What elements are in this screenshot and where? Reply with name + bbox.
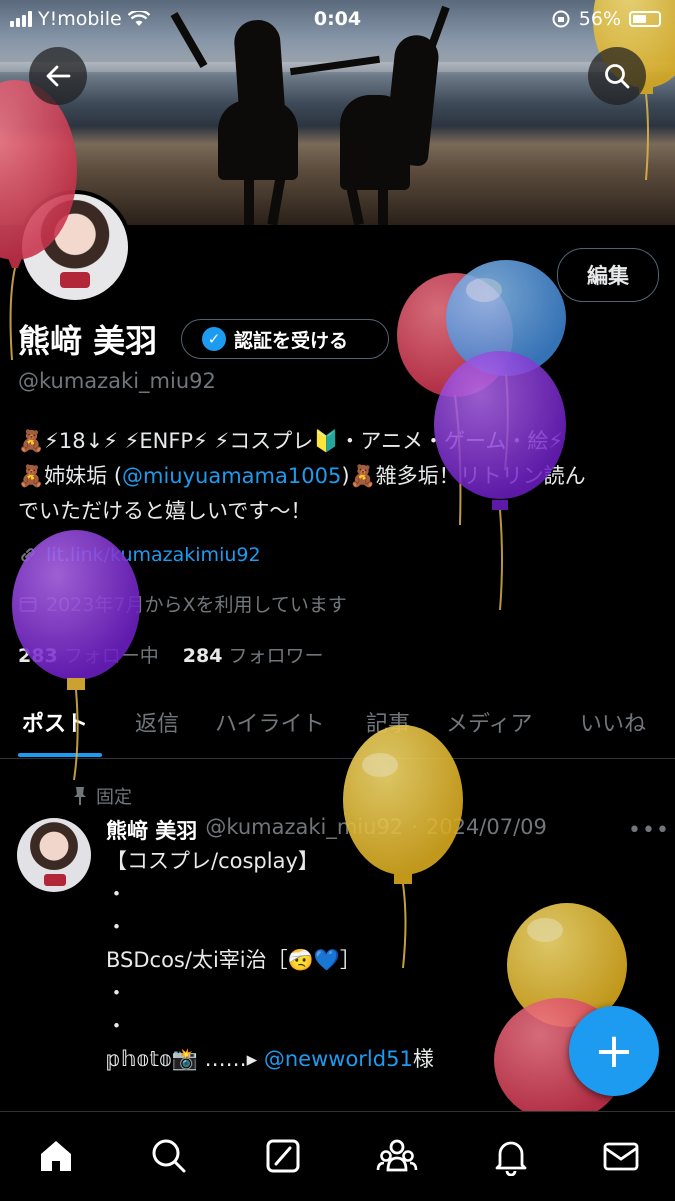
tab-highlights[interactable]: ハイライト — [215, 706, 325, 738]
nav-messages[interactable] — [599, 1134, 643, 1178]
post-line: ・ — [106, 1014, 127, 1038]
battery-percent: 56% — [578, 8, 621, 30]
post-author-avatar[interactable] — [17, 818, 91, 892]
pin-icon — [74, 787, 86, 805]
following-label: フォロー中 — [63, 645, 159, 667]
post-author-handle[interactable]: @kumazaki_miu92 — [205, 815, 403, 845]
mail-icon — [603, 1142, 639, 1171]
profile-tabs: ポスト 返信 ハイライト 記事 メディア いいね — [0, 690, 675, 759]
nav-notifications[interactable] — [489, 1134, 533, 1178]
nav-home[interactable] — [34, 1134, 78, 1178]
post-line: 𝕡𝕙𝕠𝕥𝕠📸 ……▸ @newworld51様 — [106, 1043, 626, 1076]
nav-explore[interactable] — [147, 1134, 191, 1178]
post-date[interactable]: 2024/07/09 — [426, 815, 547, 845]
bell-icon — [495, 1141, 527, 1176]
post-line: ・ — [106, 882, 127, 906]
tab-media[interactable]: メディア — [446, 706, 532, 738]
profile-bio: 🧸⚡18↓⚡ ⚡ENFP⚡ ⚡コスプレ🔰・アニメ・ゲーム・絵⚡ 🧸姉妹垢 (@m… — [18, 424, 658, 529]
active-tab-indicator — [18, 753, 102, 757]
pinned-label: 固定 — [96, 787, 132, 808]
orientation-lock-icon — [552, 10, 570, 28]
following-count: 283 — [18, 645, 58, 667]
followers-link[interactable]: 284 フォロワー — [183, 645, 324, 667]
joined-label: 2023年7月からXを利用しています — [46, 594, 347, 616]
compose-post-button[interactable]: + — [569, 1006, 659, 1096]
home-icon — [41, 1141, 71, 1171]
bio-line: 🧸⚡18↓⚡ ⚡ENFP⚡ ⚡コスプレ🔰・アニメ・ゲーム・絵⚡ — [18, 429, 564, 453]
nav-grok[interactable] — [261, 1134, 305, 1178]
communities-icon — [376, 1139, 418, 1172]
post-line: BSDcos/太i宰i治［🤕💙］ — [106, 948, 361, 972]
bio-line: でいただけると嬉しいです〜！ — [18, 499, 312, 523]
profile-avatar[interactable] — [18, 190, 132, 304]
pinned-indicator: 固定 — [72, 783, 132, 809]
profile-handle: @kumazaki_miu92 — [18, 369, 216, 393]
tab-articles[interactable]: 記事 — [366, 706, 410, 738]
battery-icon — [629, 11, 661, 27]
post-text: 様 — [412, 1047, 434, 1071]
bottom-navigation — [0, 1111, 675, 1201]
bio-text: )🧸雑多垢！リトリン読ん — [341, 464, 586, 488]
calendar-icon — [19, 596, 37, 612]
post-mention-link[interactable]: @newworld51 — [264, 1047, 413, 1071]
profile-link-row[interactable]: lit.link/kumazakimiu92 — [18, 544, 261, 566]
post-line: 【コスプレ/cosplay】 — [106, 849, 319, 873]
profile-name: 熊﨑 美羽 — [18, 322, 158, 360]
bio-mention-link[interactable]: @miuyuamama1005 — [122, 464, 341, 488]
nav-communities[interactable] — [375, 1134, 419, 1178]
verified-check-icon: ✓ — [202, 327, 226, 351]
get-verified-label: 認証を受ける — [234, 329, 349, 352]
following-link[interactable]: 283 フォロー中 — [18, 645, 159, 667]
post-body: 【コスプレ/cosplay】 ・ ・ BSDcos/太i宰i治［🤕💙］ ・ ・ … — [106, 845, 626, 1076]
post-more-button[interactable]: ••• — [628, 818, 670, 843]
bio-text: 🧸姉妹垢 ( — [18, 464, 123, 488]
edit-profile-button[interactable]: 編集 — [557, 248, 659, 302]
bio-line: 🧸姉妹垢 (@miuyuamama1005)🧸雑多垢！リトリン読ん — [18, 459, 658, 494]
profile-website-link[interactable]: lit.link/kumazakimiu92 — [46, 544, 261, 566]
search-icon — [605, 64, 630, 89]
get-verified-button[interactable]: ✓ 認証を受ける — [181, 319, 389, 359]
tab-replies[interactable]: 返信 — [135, 706, 179, 738]
post-line: ・ — [106, 981, 127, 1005]
followers-count: 284 — [182, 645, 223, 667]
post-separator: · — [411, 815, 418, 839]
joined-date: 2023年7月からXを利用しています — [18, 590, 347, 617]
search-button[interactable] — [588, 47, 646, 105]
follow-counts: 283 フォロー中 284 フォロワー — [18, 641, 324, 668]
grok-icon — [266, 1139, 300, 1173]
status-bar: Y!mobile 0:04 56% — [0, 0, 675, 38]
search-icon — [152, 1139, 186, 1173]
tab-posts[interactable]: ポスト — [22, 706, 88, 738]
post-author-name[interactable]: 熊﨑 美羽 — [106, 815, 197, 845]
followers-label: フォロワー — [228, 645, 324, 667]
post-text: 𝕡𝕙𝕠𝕥𝕠📸 ……▸ — [106, 1047, 264, 1071]
back-button[interactable] — [29, 47, 87, 105]
post-line: ・ — [106, 915, 127, 939]
tab-likes[interactable]: いいね — [580, 706, 646, 738]
back-arrow-icon — [46, 65, 71, 87]
link-icon — [21, 548, 35, 562]
post-header: 熊﨑 美羽 @kumazaki_miu92 · 2024/07/09 — [106, 815, 547, 845]
